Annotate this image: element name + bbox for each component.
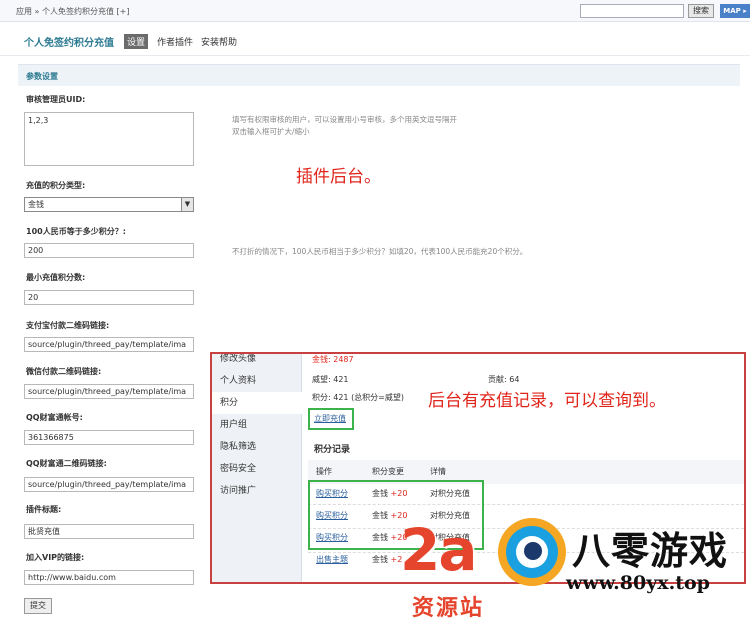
alipay-qr-input[interactable]: source/plugin/threed_pay/template/ima [24,337,194,352]
plugin-title-input[interactable]: 批贤充值 [24,524,194,539]
credits-value: 421 (总积分=威望) [333,393,405,402]
tab-author-plugins[interactable]: 作者插件 [154,34,196,49]
row-operation[interactable]: 购买积分 [316,489,348,498]
table-row: 购买积分 [316,510,348,521]
submit-button[interactable]: 提交 [24,598,52,614]
credit-type-select[interactable]: 金钱 ▼ [24,197,194,212]
qq-account-label: QQ财富通帐号: [26,413,83,422]
qq-qr-label: QQ财富通二维码链接: [26,459,107,468]
row-operation[interactable]: 购买积分 [316,511,348,520]
page-title: 个人免签约积分充值 [24,38,114,49]
prestige-stat: 威望: 421 [312,375,349,384]
credits-stat: 积分: 421 (总积分=威望) [312,392,404,403]
row-change: 金钱 +2 [372,554,402,565]
site-logo-icon [498,518,566,586]
table-row: 购买积分 [316,532,348,543]
admin-uid-hint: 填写有权限审核的用户，可以设置用小号审核，多个用英文逗号隔开 [232,115,457,124]
row-credit-type: 金钱 [372,489,388,498]
nav-item-promotion[interactable]: 访问推广 [212,480,302,502]
alipay-qr-label: 支付宝付款二维码链接: [26,321,110,330]
tab-install-help[interactable]: 安装帮助 [198,34,240,49]
wechat-qr-label: 微信付款二维码链接: [26,367,102,376]
contribution-stat: 贡献: 64 [488,375,520,384]
rmb-ratio-hint: 不打折的情况下，100人民币相当于多少积分？如填20，代表100人民币能充20个… [232,247,528,256]
row-credit-type: 金钱 [372,511,388,520]
money-label: 金钱: [312,355,331,364]
col-detail: 详情 [430,467,446,476]
credits-label: 积分: [312,393,331,402]
min-amount-label: 最小充值积分数: [26,273,86,282]
site-name: 八零游戏 [572,529,729,573]
tab-settings[interactable]: 设置 [124,34,149,49]
admin-uid-textarea[interactable]: 1,2,3 [24,112,194,166]
admin-uid-label: 审核管理员UID: [26,95,86,104]
plugin-header: 个人免签约积分充值 设置 作者插件 安装帮助 [0,26,750,56]
row-credit-type: 金钱 [372,533,388,542]
nav-item-password[interactable]: 密码安全 [212,458,302,480]
chevron-down-icon[interactable]: ▼ [181,198,193,211]
row-operation[interactable]: 出售主题 [316,555,348,564]
table-row: 购买积分 [316,488,348,499]
table-row: 出售主题 [316,554,348,565]
site-url: www.80yx.top [566,572,710,594]
search-input[interactable] [580,4,684,18]
nav-item-usergroup[interactable]: 用户组 [212,414,302,436]
rmb-ratio-label: 100人民币等于多少积分？: [26,227,126,236]
search-button[interactable]: 搜索 [688,4,714,18]
credits-nav: 修改头像 个人资料 积分 用户组 隐私筛选 密码安全 访问推广 [212,354,302,582]
row-change: 金钱 +20 [372,488,407,499]
nav-item-profile[interactable]: 个人资料 [212,370,302,392]
qq-account-input[interactable]: 361366875 [24,430,194,445]
row-detail: 对积分充值 [430,489,470,498]
vip-link-label: 加入VIP的链接: [26,553,85,562]
recharge-link[interactable]: 立即充值 [314,413,346,424]
money-stat: 金钱: 2487 [312,354,354,365]
backend-annotation: 插件后台。 [296,167,381,187]
watermark-2a: 2a [400,516,477,584]
row-delta: +20 [390,489,408,498]
records-annotation: 后台有充值记录，可以查询到。 [428,391,666,411]
records-title: 积分记录 [314,445,351,455]
section-title: 参数设置 [26,72,58,81]
col-change: 积分变更 [372,467,404,476]
credit-type-label: 充值的积分类型: [26,181,86,190]
plugin-title-label: 插件标题: [26,505,62,514]
map-button[interactable]: MAP ▸ [720,4,750,18]
section-header: 参数设置 [18,64,740,86]
row-operation[interactable]: 购买积分 [316,533,348,542]
vip-link-input[interactable]: http://www.baidu.com [24,570,194,585]
watermark-subtext: 资源站 [412,596,485,621]
money-value: 2487 [333,355,354,364]
nav-item-privacy[interactable]: 隐私筛选 [212,436,302,458]
credit-type-value: 金钱 [28,200,44,209]
admin-uid-hint-2: 双击输入框可扩大/缩小 [232,127,310,136]
nav-item-credits[interactable]: 积分 [212,392,302,414]
nav-item-avatar[interactable]: 修改头像 [212,354,302,370]
row-credit-type: 金钱 [372,555,388,564]
qq-qr-input[interactable]: source/plugin/threed_pay/template/ima [24,477,194,492]
col-operation: 操作 [316,467,332,476]
rmb-ratio-input[interactable]: 200 [24,243,194,258]
wechat-qr-input[interactable]: source/plugin/threed_pay/template/ima [24,384,194,399]
top-bar: 应用 » 个人免签约积分充值 [+] 搜索 MAP ▸ [0,0,750,22]
breadcrumb[interactable]: 应用 » 个人免签约积分充值 [+] [16,6,129,17]
min-amount-input[interactable]: 20 [24,290,194,305]
